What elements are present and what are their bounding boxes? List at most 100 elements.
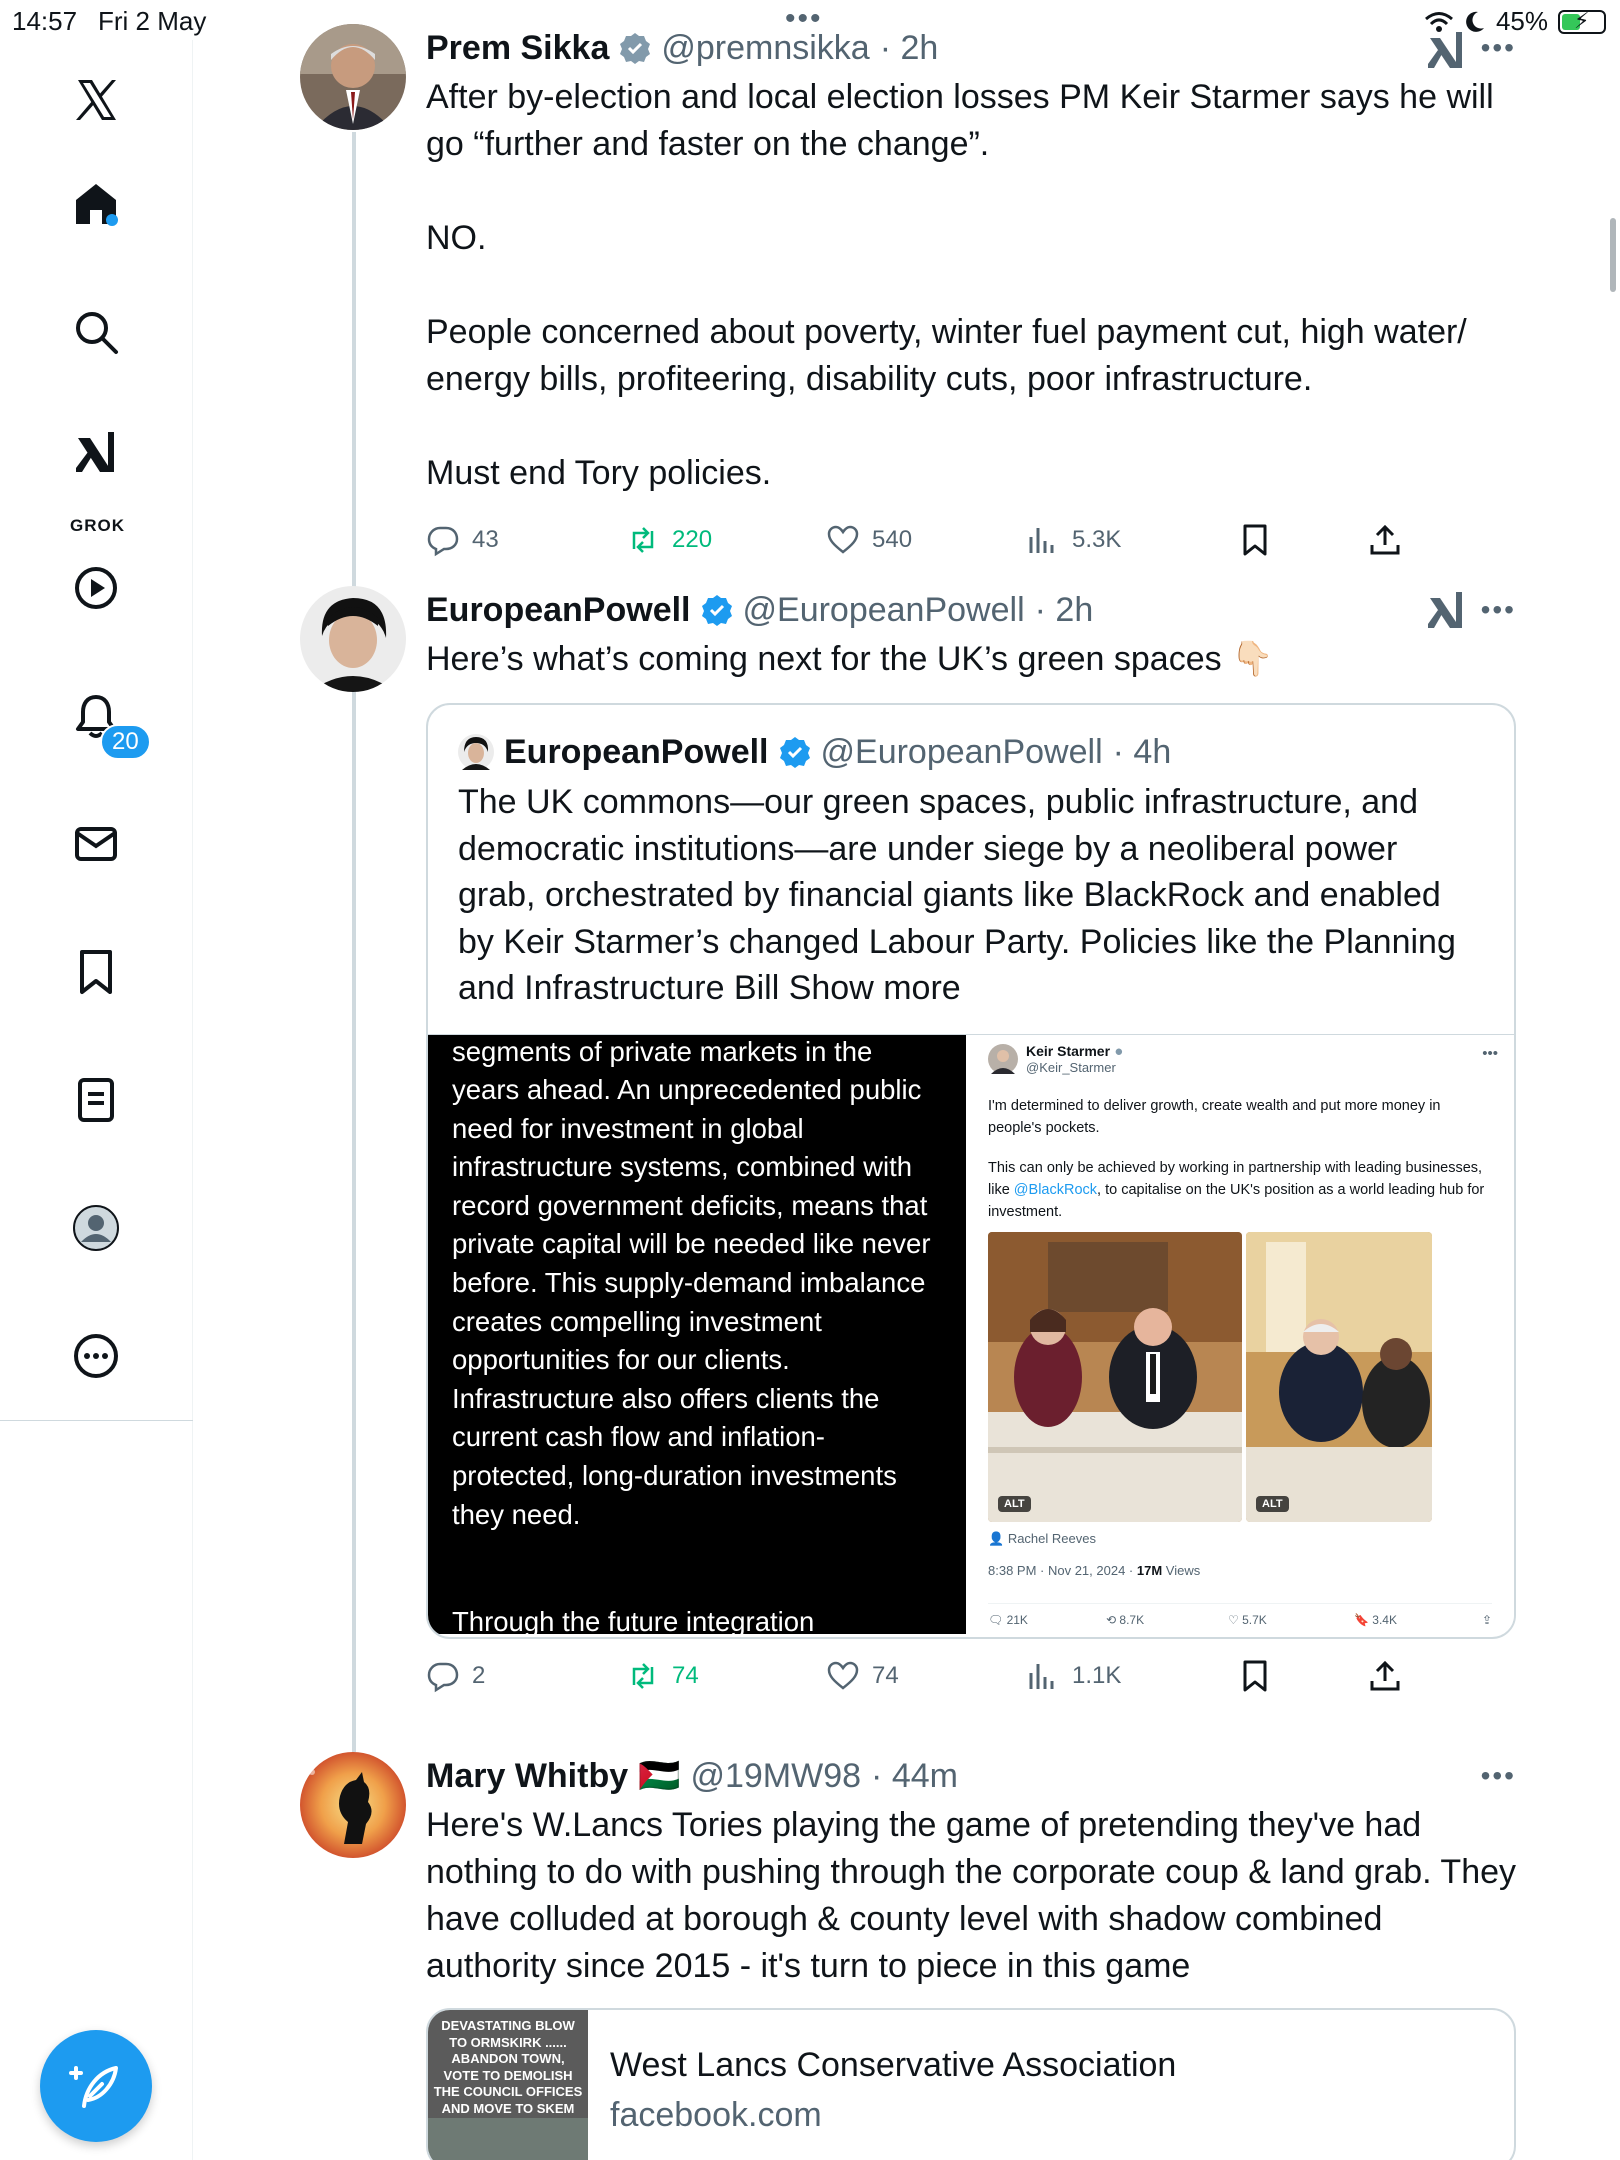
more-options-icon[interactable] (66, 1326, 126, 1386)
repost-button[interactable]: 220 (626, 523, 712, 557)
grok-icon[interactable] (66, 422, 126, 482)
screenshot-avatar (988, 1043, 1018, 1074)
share-button[interactable] (1368, 523, 1402, 557)
post-mary-whitby[interactable]: Mary Whitby 🇵🇸 @19MW98 · 44m ••• Here's … (300, 1752, 1530, 2160)
like-count: 540 (872, 526, 913, 553)
post-time[interactable]: · 2h (880, 29, 939, 68)
like-button[interactable]: 74 (826, 1659, 899, 1693)
post-prem-sikka[interactable]: Prem Sikka @premnsikka · 2h ••• After by… (300, 24, 1530, 564)
link-info: West Lancs Conservative Association face… (588, 2010, 1198, 2160)
avatar[interactable] (300, 586, 406, 692)
screenshot-like-count: 5.7K (1242, 1612, 1267, 1627)
quoted-post-text: The UK commons—our green spaces, public … (428, 775, 1514, 1034)
share-button[interactable] (1368, 1659, 1402, 1693)
post-text: After by-election and local election los… (426, 78, 1494, 492)
media-dark-text-tail: Through the future integration (452, 1605, 815, 1634)
post-text: Here’s what’s coming next for the UK’s g… (426, 640, 1274, 678)
screenshot-replies: 🗨 21K (988, 1612, 1028, 1627)
bookmarks-icon[interactable] (66, 942, 126, 1002)
quoted-post[interactable]: EuropeanPowell @EuropeanPowell · 4h The … (426, 703, 1516, 1639)
reply-button[interactable]: 2 (426, 1659, 485, 1693)
post-europeanpowell[interactable]: EuropeanPowell @EuropeanPowell · 2h ••• … (300, 586, 1530, 1716)
grok-explain-icon[interactable] (1426, 30, 1466, 70)
avatar[interactable] (300, 24, 406, 130)
show-more-link[interactable]: Show more (789, 969, 961, 1007)
like-count: 74 (872, 1662, 899, 1689)
search-icon[interactable] (66, 302, 126, 362)
author-name[interactable]: EuropeanPowell (426, 591, 691, 630)
repost-icon (632, 1663, 654, 1689)
sidebar-divider (0, 1420, 193, 1421)
flag-emoji: 🇵🇸 (638, 1757, 681, 1795)
link-preview-card[interactable]: DEVASTATING BLOW TO ORMSKIRK ...... ABAN… (426, 2008, 1516, 2160)
reply-icon (427, 526, 459, 557)
post-header: EuropeanPowell @EuropeanPowell · 2h (426, 586, 1516, 634)
notifications-badge: 20 (100, 724, 151, 760)
messages-icon[interactable] (66, 814, 126, 874)
x-logo-icon[interactable] (66, 70, 126, 130)
bookmark-button[interactable] (1238, 1659, 1272, 1693)
screenshot-bookmarks: 🔖 3.4K (1354, 1612, 1397, 1627)
compose-post-button[interactable] (40, 2030, 152, 2142)
repost-button[interactable]: 74 (626, 1659, 699, 1693)
author-handle[interactable]: @EuropeanPowell (743, 591, 1025, 630)
bookmark-icon (1243, 524, 1267, 556)
screenshot-reply-count: 21K (1006, 1612, 1028, 1627)
link-thumbnail-text: DEVASTATING BLOW TO ORMSKIRK ...... ABAN… (433, 2018, 583, 2116)
screenshot-text-1: I'm determined to deliver growth, create… (988, 1097, 1441, 1136)
screenshot-meta: 8:38 PM · Nov 21, 2024 · 17M Views (988, 1563, 1200, 1578)
author-name[interactable]: Prem Sikka (426, 29, 609, 68)
post-actions: 2 74 74 1.1K (426, 1653, 1516, 1703)
like-button[interactable]: 540 (826, 523, 912, 557)
compose-feather-icon (69, 2066, 118, 2108)
post-content: Prem Sikka @premnsikka · 2h ••• After by… (426, 24, 1516, 567)
post-content: EuropeanPowell @EuropeanPowell · 2h ••• … (426, 586, 1516, 1703)
reply-button[interactable]: 43 (426, 523, 499, 557)
screenshot-likes: ♡ 5.7K (1228, 1612, 1267, 1627)
post-actions: 43 220 540 5.3K (426, 517, 1516, 567)
author-handle[interactable]: @19MW98 (690, 1757, 861, 1796)
link-title: West Lancs Conservative Association (610, 2046, 1177, 2084)
views-button[interactable]: 5.3K (1026, 523, 1121, 557)
author-name[interactable]: Mary Whitby (426, 1757, 628, 1796)
media-tweet-screenshot[interactable]: Keir Starmer ● @Keir_Starmer ••• I'm det… (966, 1034, 1514, 1634)
screenshot-timestamp: 8:38 PM · Nov 21, 2024 · (988, 1562, 1137, 1578)
profile-avatar-icon[interactable] (66, 1198, 126, 1258)
screenshot-header: Keir Starmer ● @Keir_Starmer ••• (988, 1042, 1498, 1075)
quoted-author-handle: @EuropeanPowell (820, 732, 1103, 771)
media-text-image[interactable]: segments of private markets in the years… (428, 1034, 966, 1634)
alt-tag: ALT (998, 1495, 1031, 1512)
more-icon[interactable]: ••• (1481, 32, 1516, 64)
screenshot-mention-link: @BlackRock (1013, 1181, 1098, 1198)
scrollbar[interactable] (1610, 218, 1616, 292)
link-thumbnail: DEVASTATING BLOW TO ORMSKIRK ...... ABAN… (428, 2010, 588, 2160)
share-icon (1370, 524, 1400, 555)
more-icon[interactable]: ••• (1481, 594, 1516, 626)
heart-icon (827, 1661, 859, 1690)
post-content: Mary Whitby 🇵🇸 @19MW98 · 44m ••• Here's … (426, 1752, 1516, 2160)
quoted-post-header: EuropeanPowell @EuropeanPowell · 4h (428, 705, 1514, 775)
articles-icon[interactable] (66, 1070, 126, 1130)
home-icon[interactable] (66, 174, 126, 234)
post-time[interactable]: · 2h (1035, 591, 1094, 630)
bookmark-icon (1243, 1660, 1267, 1692)
more-icon[interactable]: ••• (1481, 1760, 1516, 1792)
avatar[interactable] (300, 1752, 406, 1858)
author-handle[interactable]: @premnsikka (661, 29, 869, 68)
bookmark-button[interactable] (1238, 523, 1272, 557)
verified-badge-icon (701, 595, 732, 626)
verified-badge-icon: ● (1114, 1042, 1124, 1060)
post-time[interactable]: · 44m (871, 1757, 958, 1796)
screenshot-share-icon: ⇪ (1481, 1612, 1492, 1627)
alt-tag: ALT (1256, 1495, 1289, 1512)
views-icon (1029, 1664, 1054, 1689)
screenshot-more-icon: ••• (1482, 1044, 1498, 1062)
share-icon (1370, 1660, 1400, 1691)
video-icon[interactable] (66, 558, 126, 618)
sidebar: GROK 20 (0, 40, 193, 2160)
screenshot-reposts: ⟲ 8.7K (1106, 1612, 1145, 1627)
grok-explain-icon[interactable] (1426, 590, 1466, 630)
media-dark-text: segments of private markets in the years… (452, 1035, 931, 1530)
views-button[interactable]: 1.1K (1026, 1659, 1121, 1693)
quoted-author-name: EuropeanPowell (504, 732, 769, 771)
